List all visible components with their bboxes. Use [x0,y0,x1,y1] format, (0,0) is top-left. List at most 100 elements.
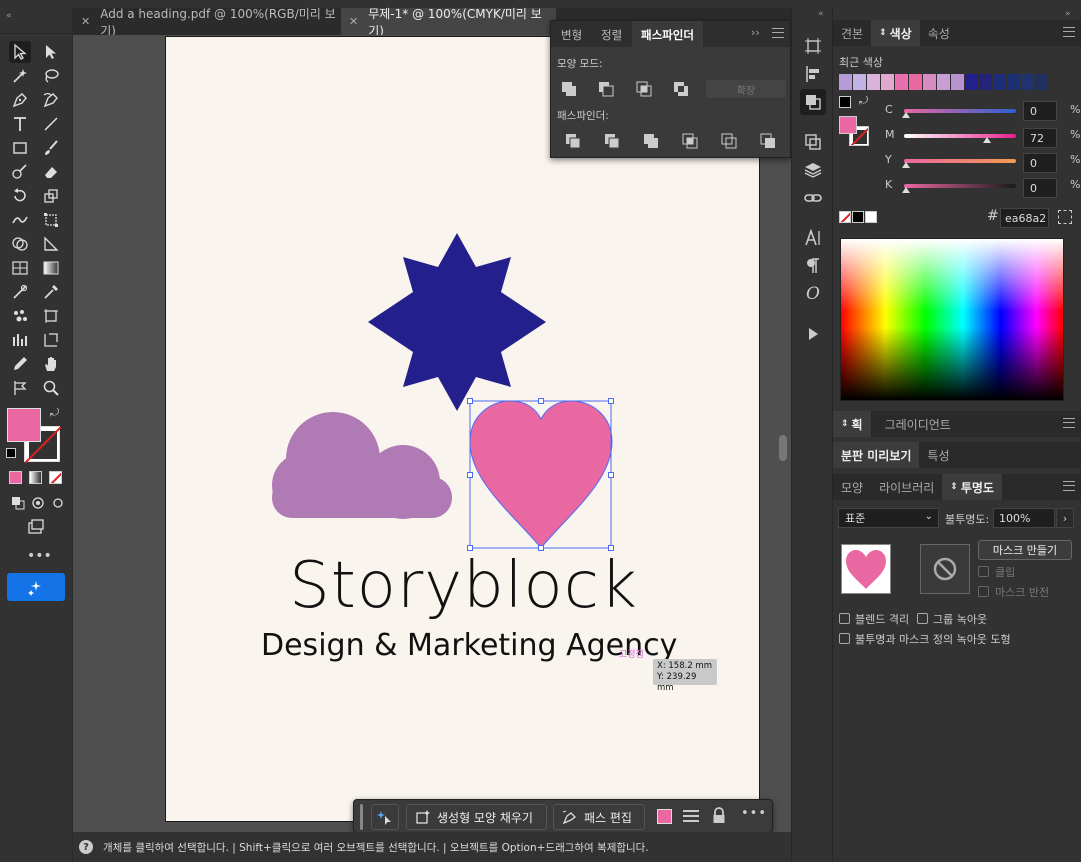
recent-color-swatch[interactable] [937,74,951,90]
draw-inside-icon[interactable] [47,492,69,514]
tab-gradient[interactable]: 그레이디언트 [877,411,959,437]
recent-color-swatch[interactable] [923,74,937,90]
tab-stroke[interactable]: ⇕ 획 [833,411,871,437]
gradient-tool-icon[interactable] [40,257,62,279]
opacity-slider-toggle[interactable]: › [1056,508,1074,528]
artboard-tool-icon[interactable] [40,305,62,327]
channel-m-input[interactable]: 72 [1023,128,1057,148]
channel-y-thumb[interactable] [902,162,910,168]
line-tool-icon[interactable] [40,113,62,135]
channel-c-slider[interactable] [904,109,1016,113]
shaper-tool-icon[interactable] [9,161,31,183]
toolbar-handle[interactable]: « [0,8,73,34]
paintbrush-tool-icon[interactable] [40,137,62,159]
opacity-input[interactable]: 100% [993,508,1055,528]
live-paint-tool-icon[interactable] [40,233,62,255]
crop-icon[interactable] [679,130,701,152]
links-panel-icon[interactable] [800,185,826,211]
channel-c-thumb[interactable] [902,112,910,118]
hex-input[interactable]: ea68a2 [1000,208,1049,228]
zoom-tool-icon[interactable] [40,377,62,399]
tab-properties[interactable]: 속성 [920,20,958,46]
recent-colors-row[interactable] [839,74,1049,90]
direct-selection-tool-icon[interactable] [40,41,62,63]
none-color-chip[interactable] [839,211,851,223]
trim-icon[interactable] [601,130,623,152]
selection-tool-icon[interactable] [9,41,31,63]
expand-button[interactable]: 확장 [706,80,786,98]
blend-mode-select[interactable]: 표준 ⌄ [838,508,939,528]
pen-tool-icon[interactable] [9,89,31,111]
minus-back-icon[interactable] [757,130,779,152]
collapse-chevron-icon[interactable]: « [6,11,12,21]
scale-tool-icon[interactable] [40,185,62,207]
invert-mask-checkbox[interactable] [978,586,989,597]
tab-libraries[interactable]: 라이브러리 [871,474,942,500]
transform-panel-icon[interactable] [800,129,826,155]
tab-align[interactable]: 정렬 [601,27,622,43]
eraser-tool-icon[interactable] [40,161,62,183]
tab-untitled-1[interactable]: ✕ 무제-1* @ 100%(CMYK/미리 보기) [341,7,556,38]
recent-color-swatch[interactable] [993,74,1007,90]
tab-transparency[interactable]: ⇕ 투명도 [942,474,1002,500]
tab-add-a-heading[interactable]: ✕ Add a heading.pdf @ 100%(RGB/미리 보기) [73,7,340,38]
tab-color[interactable]: ⇕ 색상 [871,20,920,46]
channel-c-input[interactable]: 0 [1023,101,1057,121]
default-fill-stroke-icon[interactable] [6,448,16,458]
channel-y-input[interactable]: 0 [1023,153,1057,173]
collapse-panels-icon[interactable]: » [1065,9,1071,19]
opacity-mask-knockout-checkbox[interactable] [839,633,850,644]
recent-color-swatch[interactable] [979,74,993,90]
isolate-blending-checkbox[interactable] [839,613,850,624]
recent-color-swatch[interactable] [1035,74,1049,90]
channel-k-slider[interactable] [904,184,1016,188]
knockout-group-checkbox[interactable] [917,613,928,624]
merge-icon[interactable] [640,130,662,152]
rotate-tool-icon[interactable] [9,185,31,207]
recent-color-swatch[interactable] [839,74,853,90]
pathfinder-panel-icon[interactable] [800,89,826,115]
slice-tool-icon[interactable] [40,329,62,351]
layers-panel-icon[interactable] [800,157,826,183]
edit-path-button[interactable]: 패스 편집 [553,804,645,830]
draw-normal-icon[interactable] [7,492,29,514]
symbol-sprayer-tool-icon[interactable] [9,305,31,327]
recent-color-swatch[interactable] [1021,74,1035,90]
paragraph-panel-icon[interactable] [800,253,826,279]
none-mode-icon[interactable] [49,471,62,484]
minus-front-icon[interactable] [595,78,617,100]
artboard-subtitle[interactable]: Design & Marketing Agency [261,628,677,663]
panel-menu-icon[interactable] [772,28,784,38]
star-shape[interactable] [368,233,546,411]
more-tools-icon[interactable]: ••• [27,548,52,564]
puppet-warp-tool-icon[interactable] [9,377,31,399]
color-picker-icon[interactable] [1058,210,1072,224]
align-panel-icon[interactable] [800,61,826,87]
warp-tool-icon[interactable] [9,209,31,231]
cloud-shape[interactable] [272,412,452,519]
graph-tool-icon[interactable] [9,329,31,351]
panel-menu-icon[interactable] [1063,418,1075,428]
gradient-mode-icon[interactable] [29,471,42,484]
intersect-icon[interactable] [633,78,655,100]
close-icon[interactable]: ✕ [81,15,90,28]
recent-color-swatch[interactable] [909,74,923,90]
perspective-grid-tool-icon[interactable] [9,257,31,279]
align-menu-icon[interactable] [683,809,699,823]
channel-m-slider[interactable] [904,134,1016,138]
recent-color-swatch[interactable] [1007,74,1021,90]
generative-shape-fill-button[interactable]: 생성형 모양 채우기 [406,804,547,830]
expand-panels-icon[interactable]: « [818,9,824,19]
shape-builder-tool-icon[interactable] [9,233,31,255]
taskbar-grip[interactable] [360,804,363,830]
hand-tool-icon[interactable] [40,353,62,375]
color-spectrum[interactable] [840,238,1064,401]
tab-pathfinder[interactable]: 패스파인더 [632,21,703,47]
type-tool-icon[interactable] [9,113,31,135]
panel-menu-icon[interactable] [1063,481,1075,491]
rectangle-tool-icon[interactable] [9,137,31,159]
object-thumbnail[interactable] [841,544,891,594]
more-options-icon[interactable]: ••• [741,806,767,821]
channel-y-slider[interactable] [904,159,1016,163]
clip-checkbox[interactable] [978,566,989,577]
